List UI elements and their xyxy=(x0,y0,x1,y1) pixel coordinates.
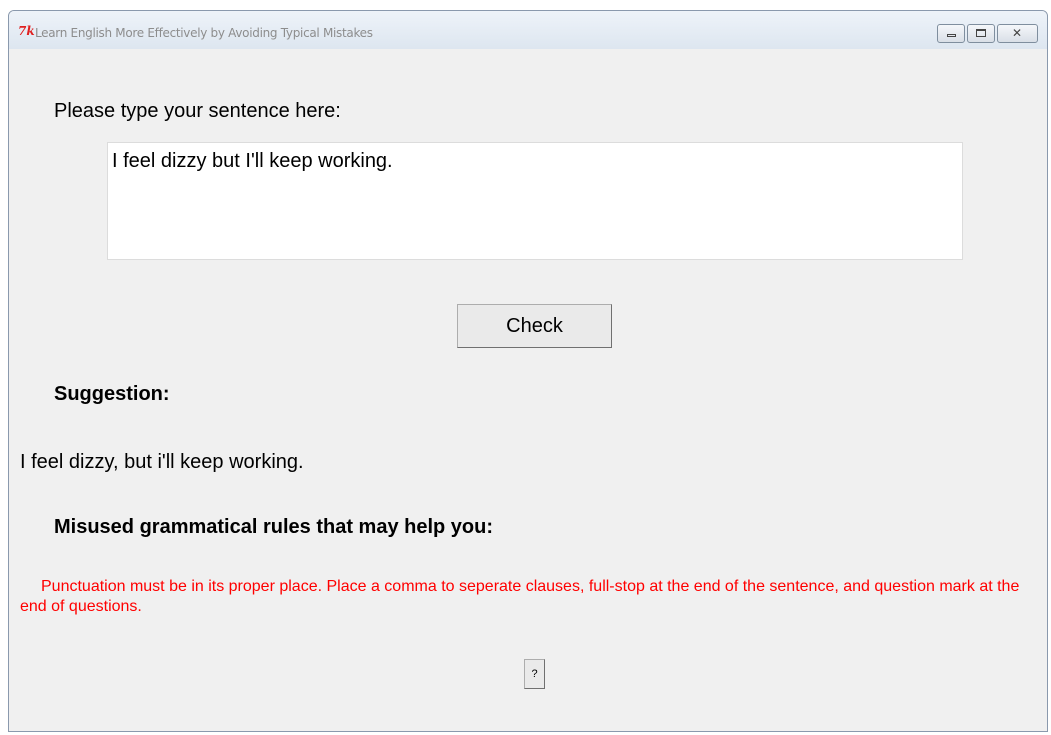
help-button[interactable]: ? xyxy=(524,659,545,689)
check-button[interactable]: Check xyxy=(457,304,612,348)
close-button[interactable]: ✕ xyxy=(997,24,1038,43)
rules-heading: Misused grammatical rules that may help … xyxy=(54,516,494,538)
minimize-icon xyxy=(947,34,956,37)
sentence-input[interactable]: I feel dizzy but I'll keep working. xyxy=(107,142,963,260)
tk-logo-icon: 7k xyxy=(18,24,35,38)
close-icon: ✕ xyxy=(1012,26,1023,40)
maximize-button[interactable] xyxy=(967,24,995,43)
maximize-icon xyxy=(976,29,986,37)
suggestion-text: I feel dizzy, but i'll keep working. xyxy=(20,451,304,473)
minimize-button[interactable] xyxy=(937,24,965,43)
rules-text: Punctuation must be in its proper place.… xyxy=(20,578,1020,615)
suggestion-heading: Suggestion: xyxy=(54,383,170,405)
prompt-label: Please type your sentence here: xyxy=(54,100,341,122)
client-area: Please type your sentence here: I feel d… xyxy=(9,49,1047,731)
window-title: Learn English More Effectively by Avoidi… xyxy=(35,26,373,40)
app-window: 7k Learn English More Effectively by Avo… xyxy=(8,10,1048,732)
title-bar[interactable]: 7k Learn English More Effectively by Avo… xyxy=(9,11,1047,49)
